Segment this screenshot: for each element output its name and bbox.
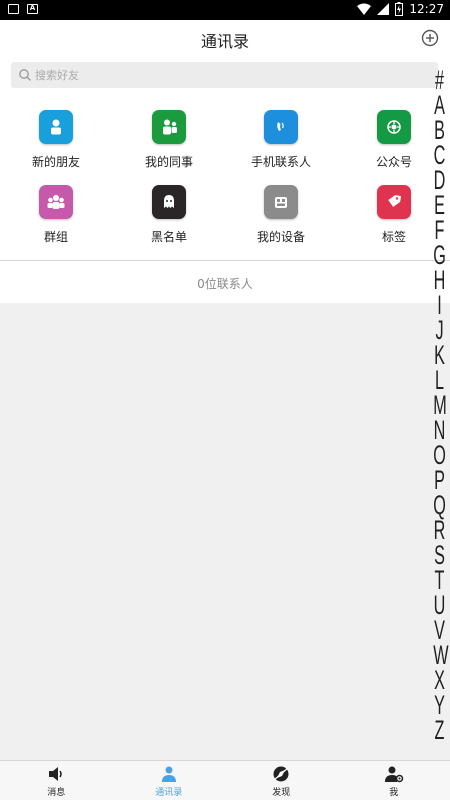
grid-item-blacklist[interactable]: 黑名单 (119, 185, 219, 255)
speaker-icon (49, 767, 62, 781)
status-notifications: A (8, 4, 38, 14)
new-friend-icon (39, 110, 73, 144)
tab-label: 消息 (47, 788, 66, 798)
contact-count-row: 0位联系人 (0, 261, 450, 303)
wifi-icon (357, 3, 372, 15)
page-title: 通讯录 (200, 32, 249, 51)
tab-label: 我 (389, 788, 399, 798)
official-account-icon (377, 110, 411, 144)
tab-contacts[interactable]: 通讯录 (113, 761, 226, 800)
grid-item-new-friends[interactable]: 新的朋友 (6, 110, 106, 180)
tag-icon (377, 185, 411, 219)
colleagues-icon (152, 110, 186, 144)
battery-icon (395, 2, 404, 16)
blacklist-icon (152, 185, 186, 219)
tab-me[interactable]: 我 (338, 761, 450, 800)
grid-item-phone-contacts[interactable]: 手机联系人 (231, 110, 331, 180)
contact-count: 0位联系人 (197, 277, 253, 291)
me-icon (384, 766, 403, 783)
bottom-tab-bar: 消息 通讯录 发现 我 (0, 760, 450, 800)
feature-grid: 新的朋友 我的同事 手机联系人 公众号 群组 黑名单 我的设备 标签 (0, 92, 450, 260)
grid-item-groups[interactable]: 群组 (6, 185, 106, 255)
contacts-icon (161, 766, 176, 782)
device-icon (264, 185, 298, 219)
grid-label: 我的设备 (256, 230, 305, 244)
clock: 12:27 (409, 2, 444, 16)
app-notification-icon: A (27, 4, 38, 14)
phone-contacts-icon (264, 110, 298, 144)
alphabet-index-letter[interactable]: Z (433, 717, 446, 744)
grid-label: 我的同事 (144, 155, 193, 169)
add-circle-icon[interactable] (421, 29, 439, 47)
grid-label: 手机联系人 (250, 155, 311, 169)
grid-label: 黑名单 (150, 230, 187, 244)
search-icon (19, 69, 31, 81)
signal-icon (377, 3, 390, 15)
app-header: 通讯录 (0, 20, 450, 58)
tab-label: 发现 (272, 788, 291, 798)
status-bar: A 12:27 (0, 0, 450, 20)
search-bar-container (0, 58, 450, 92)
search-input[interactable] (35, 62, 415, 88)
group-icon (39, 185, 73, 219)
grid-item-my-devices[interactable]: 我的设备 (231, 185, 331, 255)
status-indicators: 12:27 (357, 2, 444, 16)
grid-label: 新的朋友 (31, 155, 80, 169)
tab-discover[interactable]: 发现 (225, 761, 338, 800)
grid-item-colleagues[interactable]: 我的同事 (119, 110, 219, 180)
alphabet-index[interactable]: # A B C D E F G H I J K L M N O P Q R S T U V W X Y Z (429, 67, 450, 744)
discover-icon (273, 766, 289, 782)
grid-label: 群组 (43, 230, 68, 244)
tab-label: 通讯录 (155, 788, 183, 798)
tab-messages[interactable]: 消息 (0, 761, 113, 800)
search-box[interactable] (11, 62, 438, 88)
gallery-notification-icon (8, 4, 19, 14)
